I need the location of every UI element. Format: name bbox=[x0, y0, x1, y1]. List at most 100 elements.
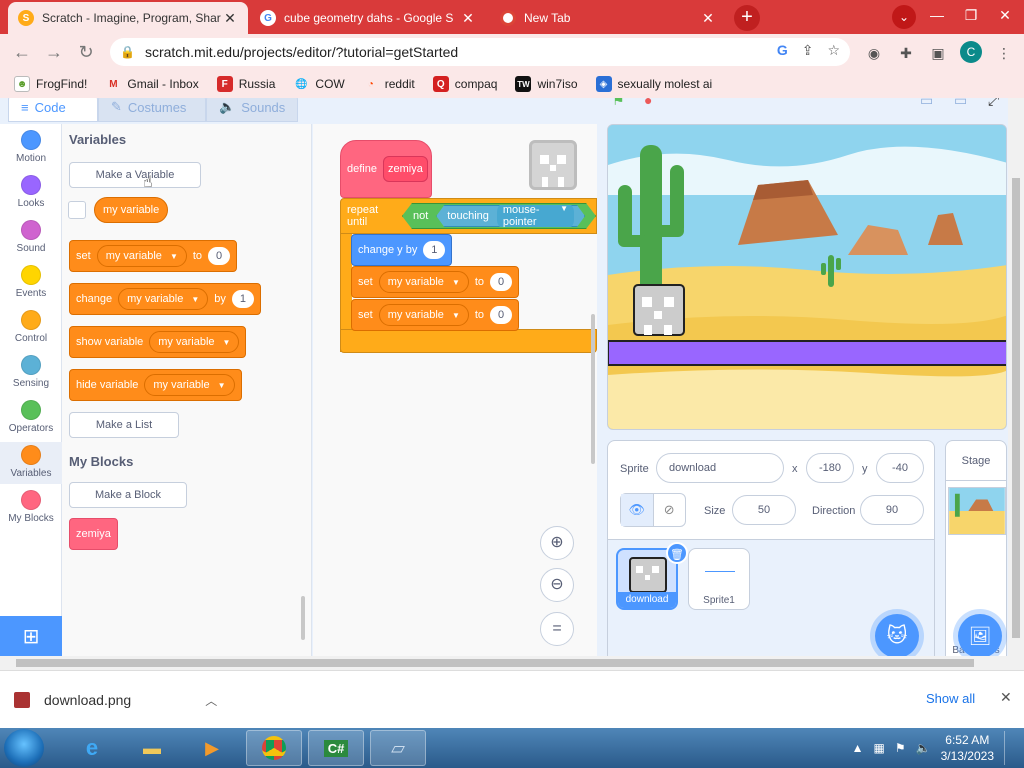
chrome-taskbar-icon[interactable] bbox=[246, 730, 302, 766]
change-variable-block[interactable]: change my variable ▼ by 1 bbox=[69, 283, 261, 315]
volume-icon[interactable]: 🔈 bbox=[916, 741, 931, 755]
minimize-icon[interactable]: — bbox=[920, 0, 954, 30]
category-sensing[interactable]: Sensing bbox=[0, 355, 62, 389]
notepad-icon[interactable]: ▱ bbox=[370, 730, 426, 766]
value-input[interactable]: 0 bbox=[208, 247, 231, 265]
tab-sounds[interactable]: 🔈 Sounds bbox=[206, 98, 298, 122]
csharp-icon[interactable]: C# bbox=[308, 730, 364, 766]
sprite-name-input[interactable]: download bbox=[656, 453, 784, 483]
google-lens-icon[interactable]: G bbox=[777, 42, 788, 59]
zoom-reset-button[interactable]: = bbox=[540, 612, 574, 646]
tab-code[interactable]: ≡ Code bbox=[8, 98, 98, 122]
value-input[interactable]: 1 bbox=[231, 290, 254, 308]
custom-block-zemiya[interactable]: zemiya bbox=[69, 518, 118, 550]
bookmark-ai[interactable]: ◈ sexually molest ai bbox=[595, 76, 712, 92]
address-bar[interactable]: 🔒 scratch.mit.edu/projects/editor/?tutor… bbox=[110, 38, 850, 66]
my-variable-reporter[interactable]: my variable bbox=[94, 197, 169, 223]
hide-eye-icon[interactable]: ⊘ bbox=[654, 494, 686, 526]
category-variables[interactable]: Variables bbox=[0, 442, 62, 484]
green-flag-icon[interactable]: ⚑ bbox=[612, 98, 625, 112]
script-area[interactable]: define zemiya repeat until not touching … bbox=[313, 124, 597, 658]
variable-dropdown[interactable]: my variable ▼ bbox=[144, 374, 235, 396]
hide-variable-block[interactable]: hide variable my variable ▼ bbox=[69, 369, 242, 401]
y-position-input[interactable]: -40 bbox=[876, 453, 924, 483]
bookmark-win7iso[interactable]: TW win7iso bbox=[515, 76, 578, 92]
internet-explorer-icon[interactable]: e bbox=[64, 730, 120, 766]
zoom-out-button[interactable]: ⊖ bbox=[540, 568, 574, 602]
value-input[interactable]: 0 bbox=[490, 273, 513, 291]
direction-input[interactable]: 90 bbox=[860, 495, 924, 525]
tab-scratch[interactable]: S Scratch - Imagine, Program, Shar ✕ bbox=[8, 2, 248, 34]
x-position-input[interactable]: -180 bbox=[806, 453, 854, 483]
close-icon[interactable]: ✕ bbox=[460, 10, 476, 27]
zoom-in-button[interactable]: ⊕ bbox=[540, 526, 574, 560]
profile-avatar[interactable]: C bbox=[960, 41, 982, 63]
size-input[interactable]: 50 bbox=[732, 495, 796, 525]
touching-block[interactable]: touching mouse-pointer ▼ bbox=[436, 205, 585, 227]
delete-sprite-button[interactable]: 🗑 bbox=[666, 542, 688, 564]
make-list-button[interactable]: Make a List bbox=[69, 412, 179, 438]
variable-dropdown[interactable]: my variable ▼ bbox=[118, 288, 209, 310]
bookmark-compaq[interactable]: Qcompaq bbox=[432, 76, 497, 92]
star-icon[interactable]: ☆ bbox=[827, 42, 840, 59]
close-icon[interactable]: ✕ bbox=[700, 10, 716, 27]
script-set-variable-block[interactable]: set my variable ▼ to 0 bbox=[351, 299, 520, 331]
show-eye-icon[interactable]: 👁 bbox=[621, 494, 654, 526]
stop-icon[interactable]: ● bbox=[644, 98, 652, 112]
category-my-blocks[interactable]: My Blocks bbox=[0, 490, 62, 524]
window-close-icon[interactable]: ✕ bbox=[988, 0, 1022, 30]
value-input[interactable]: 0 bbox=[490, 306, 513, 324]
script-set-variable-block[interactable]: set my variable ▼ to 0 bbox=[351, 266, 520, 298]
bookmark-cow[interactable]: 🌐 COW bbox=[293, 76, 345, 92]
back-icon[interactable]: ← bbox=[10, 40, 34, 64]
new-tab-button[interactable]: + bbox=[734, 5, 760, 31]
category-control[interactable]: Control bbox=[0, 310, 62, 344]
puzzle-icon[interactable]: ✚ bbox=[896, 43, 916, 63]
bookmark-frogfind[interactable]: ☻ FrogFind! bbox=[14, 76, 87, 92]
bookmark-russia[interactable]: F Russia bbox=[216, 76, 275, 92]
network-icon[interactable]: ▦ bbox=[874, 741, 885, 755]
category-operators[interactable]: Operators bbox=[0, 400, 62, 434]
reload-icon[interactable]: ↻ bbox=[74, 40, 98, 64]
set-variable-block[interactable]: set my variable ▼ to 0 bbox=[69, 240, 238, 272]
action-center-flag-icon[interactable]: ⚑ bbox=[895, 741, 906, 755]
category-sound[interactable]: Sound bbox=[0, 220, 62, 254]
show-all-link[interactable]: Show all bbox=[926, 691, 975, 706]
script-scrollbar[interactable] bbox=[591, 314, 595, 464]
share-icon[interactable]: ⇪ bbox=[802, 42, 814, 59]
tab-search-button[interactable]: ⌄ bbox=[892, 5, 916, 29]
variable-dropdown[interactable]: my variable ▼ bbox=[378, 304, 469, 326]
start-button[interactable] bbox=[4, 729, 44, 767]
palette-scrollbar[interactable] bbox=[301, 596, 305, 640]
close-icon[interactable]: ✕ bbox=[222, 10, 238, 27]
large-stage-icon[interactable]: ▭ bbox=[954, 98, 967, 112]
side-panel-icon[interactable]: ▣ bbox=[928, 43, 948, 63]
chevron-up-icon[interactable]: ︿ bbox=[205, 692, 217, 709]
category-looks[interactable]: Looks bbox=[0, 175, 62, 209]
bookmark-reddit[interactable]: ◔ reddit bbox=[363, 76, 415, 92]
show-variable-block[interactable]: show variable my variable ▼ bbox=[69, 326, 247, 358]
clock[interactable]: 6:52 AM 3/13/2023 bbox=[941, 732, 994, 764]
show-desktop-button[interactable] bbox=[1004, 731, 1016, 765]
fullscreen-icon[interactable]: ⤢ bbox=[988, 98, 999, 112]
category-motion[interactable]: Motion bbox=[0, 130, 62, 164]
add-backdrop-button[interactable]: 🖼 bbox=[958, 614, 1002, 658]
bookmark-gmail[interactable]: M Gmail - Inbox bbox=[105, 76, 199, 92]
scrollbar-thumb[interactable] bbox=[1012, 178, 1020, 638]
page-vertical-scrollbar[interactable] bbox=[1008, 98, 1024, 656]
restore-icon[interactable]: ❐ bbox=[954, 0, 988, 30]
add-sprite-button[interactable]: 🐱 bbox=[875, 614, 919, 658]
repeat-until-block[interactable]: repeat until not touching mouse-pointer ▼ bbox=[340, 198, 597, 234]
category-events[interactable]: Events bbox=[0, 265, 62, 299]
tab-new-tab[interactable]: New Tab ✕ bbox=[490, 2, 726, 34]
tab-costumes[interactable]: ✎ Costumes bbox=[98, 98, 206, 122]
sprite-thumb-download[interactable]: download 🗑 bbox=[616, 542, 688, 610]
tray-arrow-icon[interactable]: ▲ bbox=[852, 741, 864, 755]
add-extension-button[interactable]: ⊞ bbox=[0, 616, 62, 658]
file-explorer-icon[interactable]: ▬ bbox=[124, 730, 180, 766]
extension-icon[interactable]: ◉ bbox=[864, 43, 884, 63]
not-operator-block[interactable]: not touching mouse-pointer ▼ bbox=[402, 203, 596, 229]
close-download-bar-icon[interactable]: ✕ bbox=[1000, 689, 1012, 706]
change-y-block[interactable]: change y by 1 bbox=[351, 234, 453, 266]
make-variable-button[interactable]: Make a Variable bbox=[69, 162, 201, 188]
